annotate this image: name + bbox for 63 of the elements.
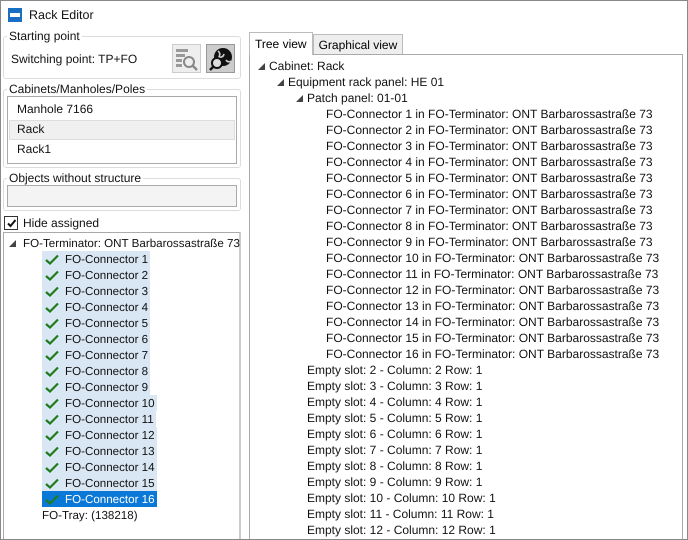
tree-item[interactable]: FO-Connector 12	[42, 427, 157, 443]
tree-item[interactable]: FO-Connector 12 in FO-Terminator: ONT Barbarossastraße 73	[326, 283, 660, 297]
tree-item[interactable]: FO-Connector 6 in FO-Terminator: ONT Barbarossastraße 73	[326, 187, 653, 201]
list-item[interactable]: Rack	[9, 120, 235, 140]
tab[interactable]: Tree view	[249, 32, 313, 55]
tree-item[interactable]: FO-Connector 2 in FO-Terminator: ONT Barbarossastraße 73	[326, 123, 653, 137]
tree-item[interactable]: FO-Connector 10 in FO-Terminator: ONT Barbarossastraße 73	[326, 251, 660, 265]
tree-item[interactable]: FO-Connector 14 in FO-Terminator: ONT Barbarossastraße 73	[326, 315, 660, 329]
tree-item[interactable]: Empty slot: 9 - Column: 9 Row: 1	[307, 475, 482, 489]
tree-item[interactable]: Empty slot: 4 - Column: 4 Row: 1	[307, 395, 482, 409]
tree-item[interactable]: FO-Connector 10	[42, 395, 157, 411]
window-title: Rack Editor	[29, 8, 94, 22]
tree-item[interactable]: FO-Connector 4	[42, 299, 150, 315]
tree-item[interactable]: FO-Connector 4 in FO-Terminator: ONT Barbarossastraße 73	[326, 155, 653, 169]
tree-item[interactable]: FO-Connector 13 in FO-Terminator: ONT Barbarossastraße 73	[326, 299, 660, 313]
tab[interactable]: Graphical view	[312, 34, 404, 54]
tree-item[interactable]: Empty slot: 3 - Column: 3 Row: 1	[307, 379, 482, 393]
tree-item[interactable]: Empty slot: 6 - Column: 6 Row: 1	[307, 427, 482, 441]
list-item[interactable]: Manhole 7166	[9, 100, 235, 120]
tree-item[interactable]: Empty slot: 2 - Column: 2 Row: 1	[307, 363, 482, 377]
tree-item[interactable]: FO-Terminator: ONT Barbarossastraße 73	[20, 236, 240, 250]
tree-item[interactable]: FO-Connector 11	[42, 411, 156, 427]
list-item[interactable]: Rack1	[9, 140, 235, 160]
tree-item[interactable]: FO-Connector 3 in FO-Terminator: ONT Barbarossastraße 73	[326, 139, 653, 153]
tree-item[interactable]: FO-Connector 7	[42, 347, 150, 363]
tree-item[interactable]: Empty slot: 10 - Column: 10 Row: 1	[307, 491, 496, 505]
tree-item[interactable]: FO-Connector 9	[42, 379, 150, 395]
tree-item[interactable]: Empty slot: 11 - Column: 11 Row: 1	[307, 507, 494, 521]
checkbox[interactable]	[4, 216, 18, 230]
tree-item[interactable]: FO-Connector 16	[42, 491, 157, 507]
tree-item[interactable]: Empty slot: 7 - Column: 7 Row: 1	[307, 443, 482, 457]
tree-item[interactable]: FO-Connector 5	[42, 315, 150, 331]
tree-item[interactable]: FO-Tray: (138218)	[42, 507, 140, 523]
tree-item[interactable]: FO-Connector 1 in FO-Terminator: ONT Barbarossastraße 73	[326, 107, 653, 121]
checkbox-label: Hide assigned	[23, 216, 100, 230]
tree-item[interactable]: FO-Connector 11 in FO-Terminator: ONT Barbarossastraße 73	[326, 267, 658, 281]
tree-item[interactable]: FO-Connector 2	[42, 267, 150, 283]
tree-item[interactable]: FO-Connector 15 in FO-Terminator: ONT Barbarossastraße 73	[326, 331, 660, 345]
tree-item[interactable]: FO-Connector 15	[42, 475, 157, 491]
tree-item[interactable]: FO-Connector 14	[42, 459, 157, 475]
tree-item[interactable]: FO-Connector 8 in FO-Terminator: ONT Barbarossastraße 73	[326, 219, 653, 233]
group-label: Objects without structure	[8, 171, 142, 185]
tree-item[interactable]: FO-Connector 1	[42, 251, 150, 267]
tree-item[interactable]: Empty slot: 8 - Column: 8 Row: 1	[307, 459, 482, 473]
tree-item[interactable]: FO-Connector 9 in FO-Terminator: ONT Barbarossastraße 73	[326, 235, 653, 249]
globe-search-icon[interactable]	[206, 44, 235, 73]
tree-item[interactable]: FO-Connector 5 in FO-Terminator: ONT Barbarossastraße 73	[326, 171, 653, 185]
tree-item[interactable]: Empty slot: 12 - Column: 12 Row: 1	[307, 523, 496, 537]
tree-item[interactable]: FO-Connector 8	[42, 363, 150, 379]
tree-item[interactable]: FO-Connector 6	[42, 331, 150, 347]
tree-item[interactable]: FO-Connector 3	[42, 283, 150, 299]
tree-item[interactable]: Equipment rack panel: HE 01	[288, 75, 444, 89]
tree-item[interactable]: Cabinet: Rack	[269, 59, 344, 73]
app-logo-icon	[8, 8, 22, 22]
tree-item[interactable]: Patch panel: 01-01	[307, 91, 408, 105]
list-search-icon[interactable]	[172, 44, 201, 73]
tree-item[interactable]: Empty slot: 5 - Column: 5 Row: 1	[307, 411, 482, 425]
group-label: Starting point	[8, 29, 81, 43]
tree-item[interactable]: FO-Connector 13	[42, 443, 157, 459]
tree-item[interactable]: FO-Connector 16 in FO-Terminator: ONT Barbarossastraße 73	[326, 347, 660, 361]
group-label: Cabinets/Manholes/Poles	[8, 82, 146, 96]
tree-item[interactable]: FO-Connector 7 in FO-Terminator: ONT Barbarossastraße 73	[326, 203, 653, 217]
starting-point-value: Switching point: TP+FO	[11, 52, 138, 66]
